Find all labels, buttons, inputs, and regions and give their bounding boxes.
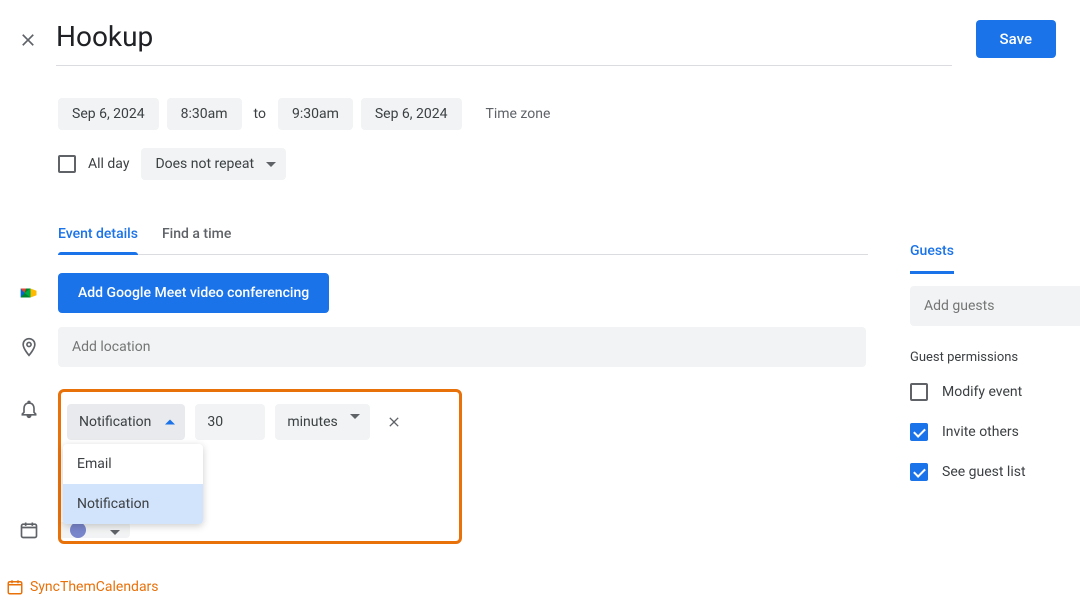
end-time-select[interactable]: 9:30am <box>278 98 353 130</box>
close-button[interactable] <box>16 28 40 52</box>
notification-value-input[interactable] <box>195 404 265 440</box>
meet-icon <box>0 284 58 302</box>
remove-notification-button[interactable] <box>384 412 404 432</box>
tab-guests[interactable]: Guests <box>910 243 954 274</box>
tab-event-details[interactable]: Event details <box>58 226 138 254</box>
dropdown-option-notification[interactable]: Notification <box>63 484 203 524</box>
end-date-select[interactable]: Sep 6, 2024 <box>361 98 462 130</box>
watermark: SyncThemCalendars <box>6 578 159 596</box>
modify-event-checkbox[interactable] <box>910 383 928 401</box>
notification-unit-select[interactable]: minutes <box>275 404 369 440</box>
timezone-link[interactable]: Time zone <box>486 106 551 122</box>
location-input[interactable] <box>58 327 866 367</box>
dropdown-option-email[interactable]: Email <box>63 444 203 484</box>
save-button[interactable]: Save <box>976 20 1056 58</box>
notification-unit-label: minutes <box>287 414 337 430</box>
notification-type-dropdown: Email Notification <box>63 444 203 524</box>
notification-highlight-box: Notification minutes Email Notification <box>58 389 462 544</box>
chevron-down-icon <box>266 162 276 167</box>
add-guests-input[interactable] <box>910 286 1080 326</box>
close-icon <box>386 414 402 430</box>
repeat-select[interactable]: Does not repeat <box>141 148 286 180</box>
all-day-checkbox[interactable] <box>58 155 76 173</box>
event-title-input[interactable] <box>56 16 952 65</box>
see-guest-list-label: See guest list <box>942 464 1026 480</box>
notification-icon <box>0 381 58 419</box>
to-label: to <box>254 106 266 122</box>
chevron-down-icon <box>350 414 360 419</box>
invite-others-checkbox[interactable] <box>910 423 928 441</box>
watermark-icon <box>6 578 24 596</box>
modify-event-label: Modify event <box>942 384 1022 400</box>
chevron-up-icon <box>165 420 175 425</box>
invite-others-label: Invite others <box>942 424 1019 440</box>
start-date-select[interactable]: Sep 6, 2024 <box>58 98 159 130</box>
watermark-text: SyncThemCalendars <box>30 579 159 595</box>
repeat-label: Does not repeat <box>155 156 254 172</box>
tab-find-time[interactable]: Find a time <box>162 226 231 254</box>
see-guest-list-checkbox[interactable] <box>910 463 928 481</box>
notification-type-label: Notification <box>79 414 151 430</box>
notification-type-select[interactable]: Notification <box>67 404 185 440</box>
start-time-select[interactable]: 8:30am <box>167 98 242 130</box>
close-icon <box>18 30 38 50</box>
guest-permissions-title: Guest permissions <box>910 350 1080 365</box>
add-meet-button[interactable]: Add Google Meet video conferencing <box>58 273 329 313</box>
location-icon <box>0 337 58 357</box>
all-day-label: All day <box>88 156 129 172</box>
